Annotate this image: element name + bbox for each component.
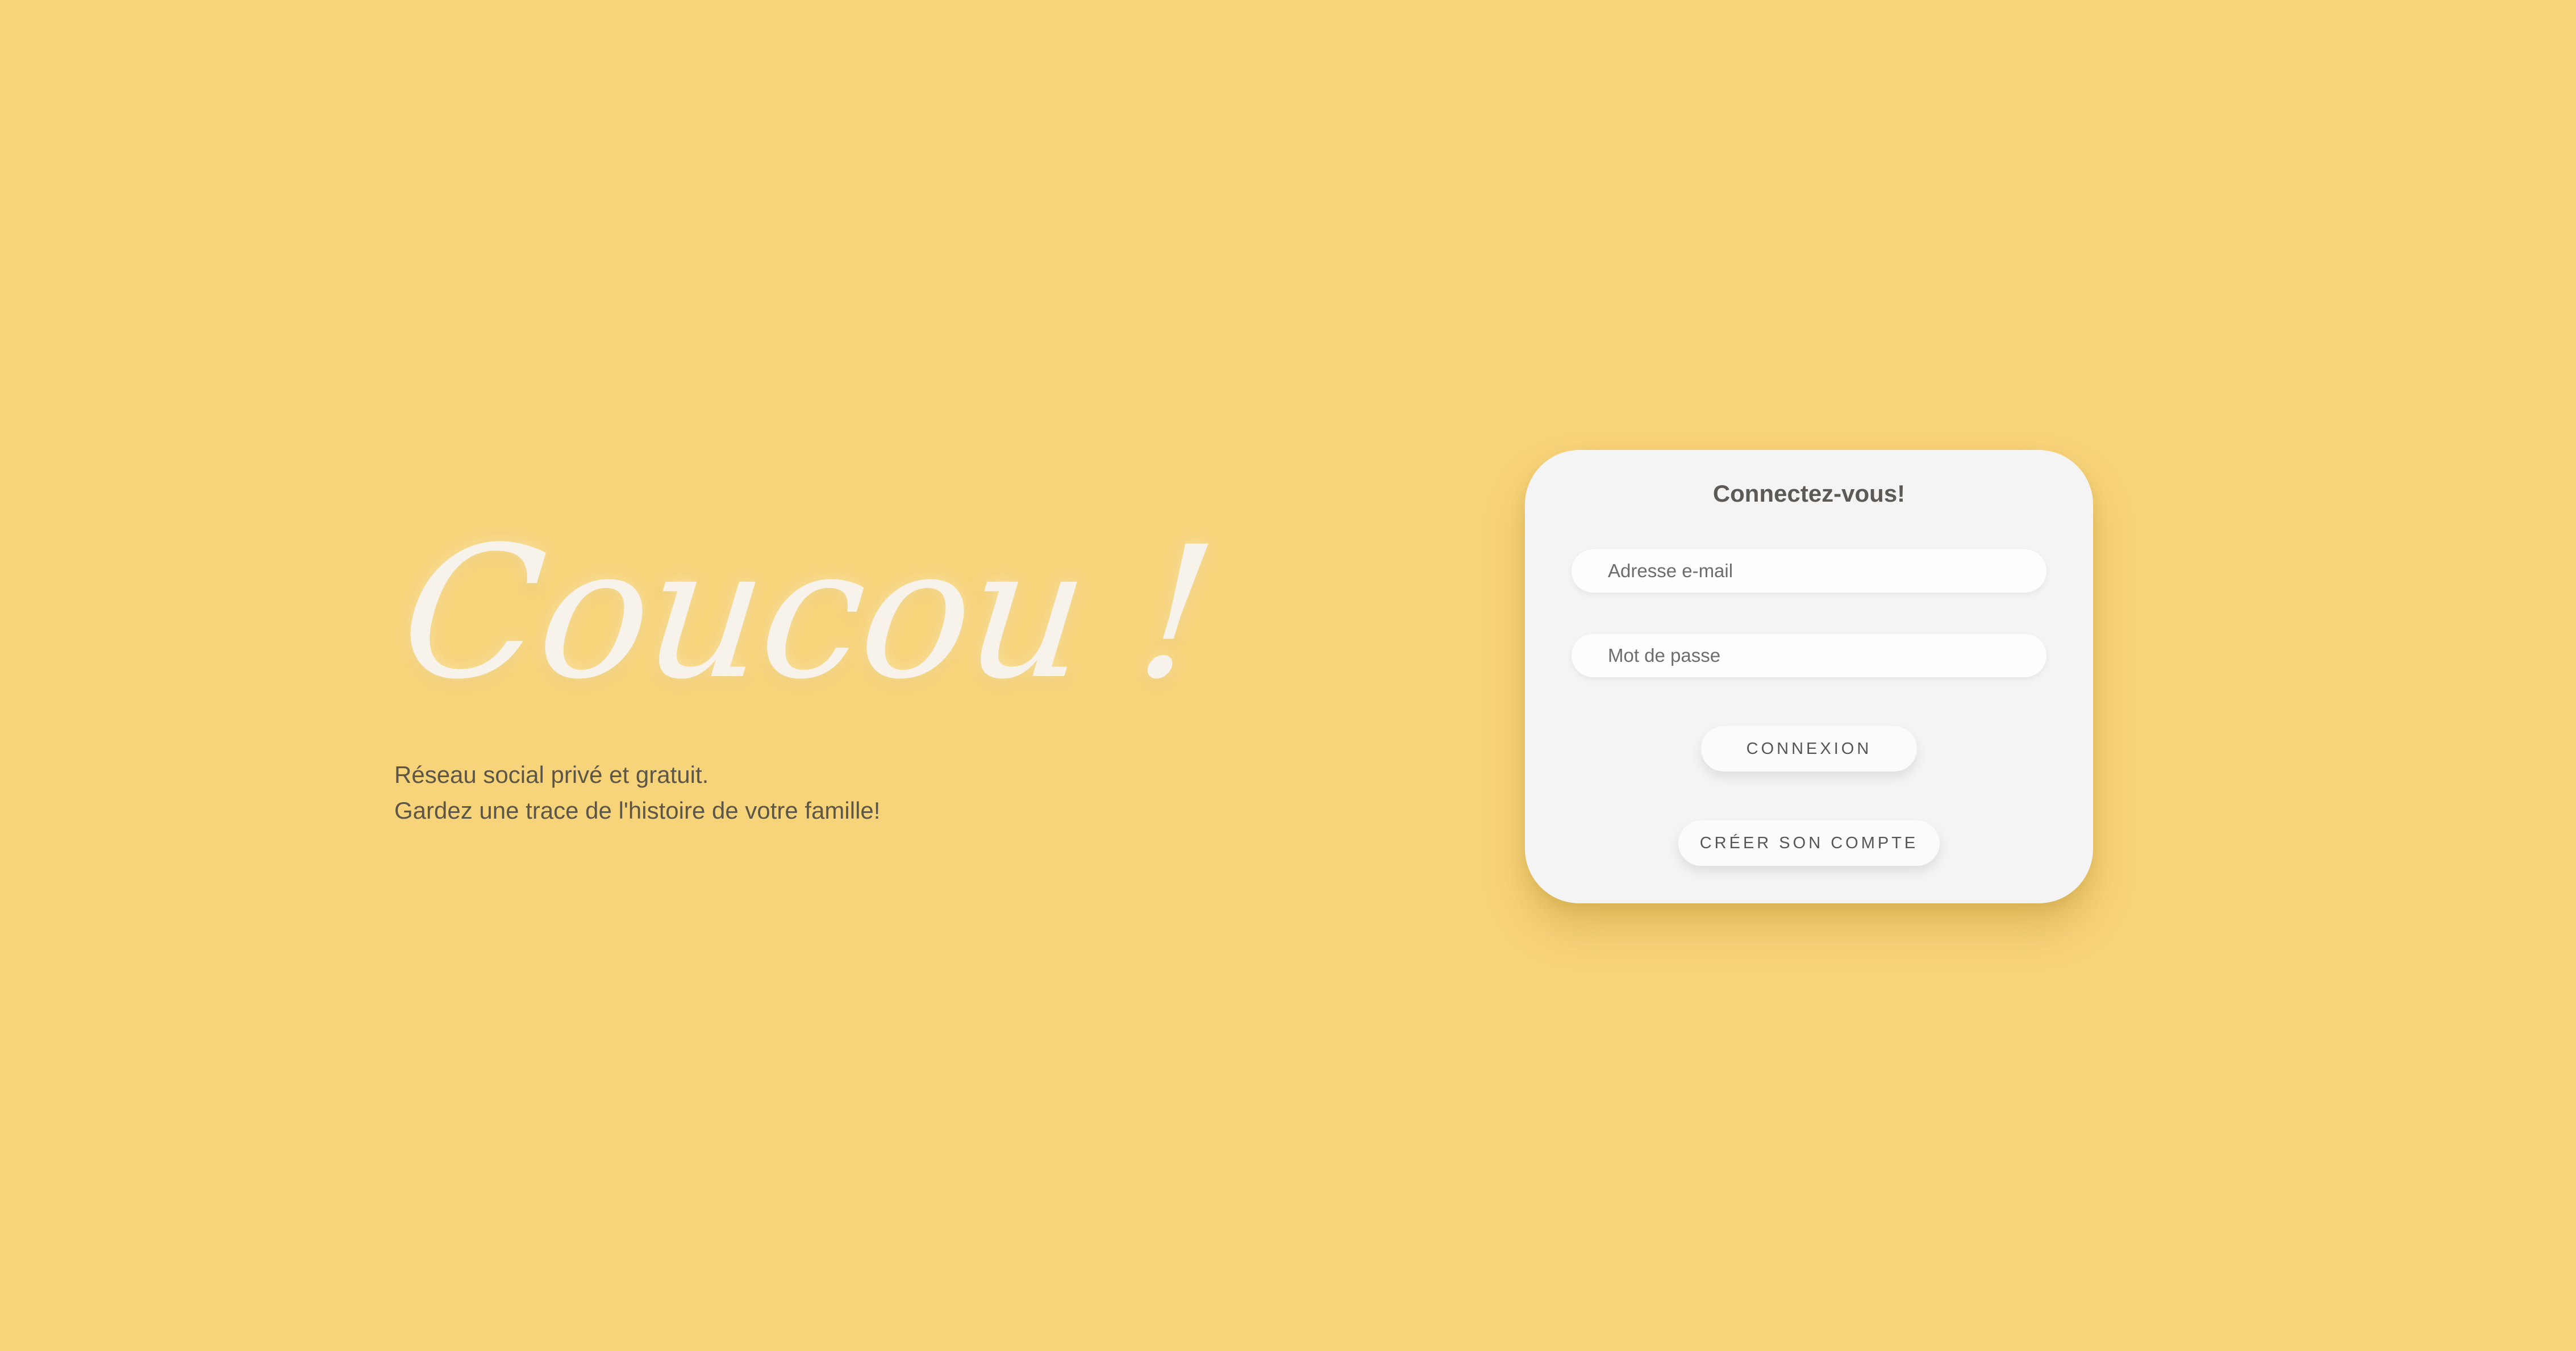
hero-section: Coucou ! Réseau social privé et gratuit.…	[393, 508, 1222, 828]
login-button[interactable]: CONNEXION	[1701, 726, 1917, 772]
login-title: Connectez-vous!	[1712, 480, 1906, 507]
password-field[interactable]	[1572, 634, 2046, 677]
hero-title: Coucou !	[393, 508, 1222, 719]
hero-description: Réseau social privé et gratuit. Gardez u…	[394, 757, 1133, 828]
create-account-button[interactable]: CRÉER SON COMPTE	[1678, 820, 1940, 866]
hero-line-2: Gardez une trace de l'histoire de votre …	[394, 797, 881, 824]
hero-line-1: Réseau social privé et gratuit.	[394, 761, 709, 788]
page-background	[0, 0, 2576, 1351]
login-card: Connectez-vous! CONNEXION CRÉER SON COMP…	[1525, 450, 2093, 903]
email-field[interactable]	[1572, 549, 2046, 593]
